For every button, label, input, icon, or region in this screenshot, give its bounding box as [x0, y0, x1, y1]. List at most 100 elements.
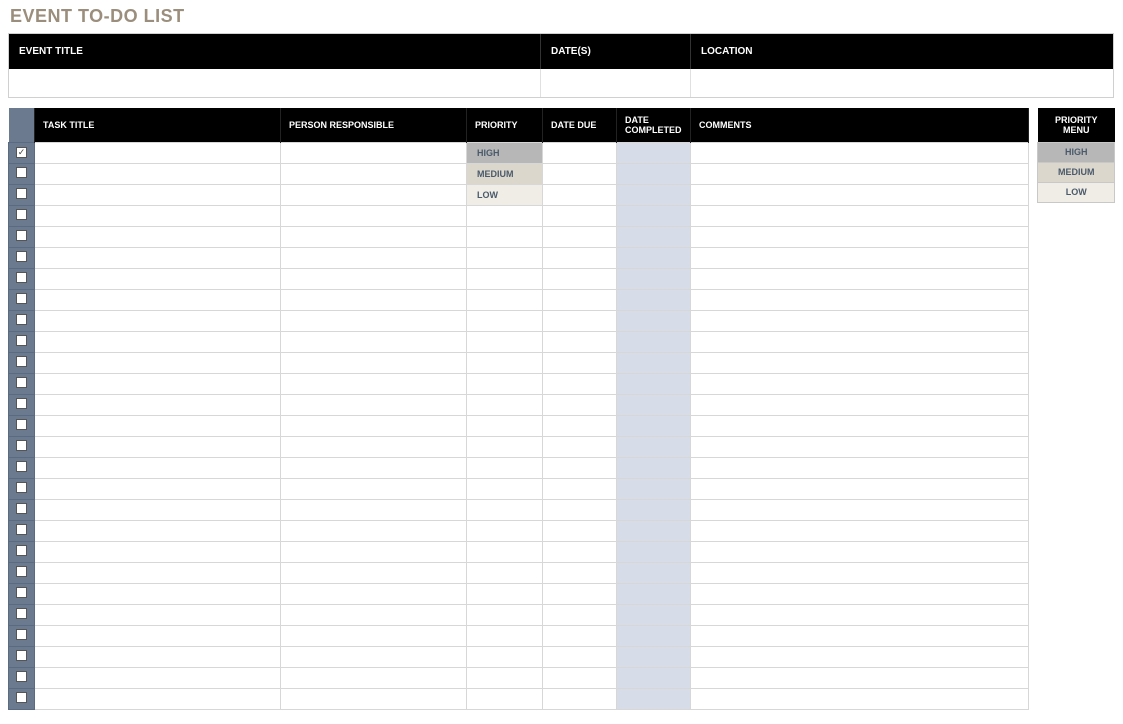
task-person-cell[interactable]	[281, 457, 467, 478]
task-comments-cell[interactable]	[691, 436, 1029, 457]
task-comments-cell[interactable]	[691, 142, 1029, 163]
checkbox-icon[interactable]	[16, 692, 27, 703]
task-title-cell[interactable]	[35, 415, 281, 436]
event-location-input[interactable]	[691, 69, 1113, 97]
checkbox-icon[interactable]	[16, 566, 27, 577]
task-priority-cell[interactable]	[467, 415, 543, 436]
task-title-cell[interactable]	[35, 583, 281, 604]
task-date-completed-cell[interactable]	[617, 184, 691, 205]
task-checkbox-cell[interactable]	[9, 562, 35, 583]
task-person-cell[interactable]	[281, 205, 467, 226]
task-title-cell[interactable]	[35, 541, 281, 562]
task-title-cell[interactable]	[35, 457, 281, 478]
task-checkbox-cell[interactable]	[9, 163, 35, 184]
task-comments-cell[interactable]	[691, 562, 1029, 583]
task-date-due-cell[interactable]	[543, 205, 617, 226]
task-date-completed-cell[interactable]	[617, 289, 691, 310]
task-title-cell[interactable]	[35, 520, 281, 541]
task-checkbox-cell[interactable]	[9, 394, 35, 415]
task-date-due-cell[interactable]	[543, 646, 617, 667]
task-checkbox-cell[interactable]: ✓	[9, 142, 35, 163]
task-person-cell[interactable]	[281, 478, 467, 499]
task-checkbox-cell[interactable]	[9, 499, 35, 520]
task-comments-cell[interactable]	[691, 688, 1029, 709]
task-person-cell[interactable]	[281, 520, 467, 541]
task-date-completed-cell[interactable]	[617, 457, 691, 478]
task-checkbox-cell[interactable]	[9, 289, 35, 310]
task-checkbox-cell[interactable]	[9, 625, 35, 646]
task-checkbox-cell[interactable]	[9, 352, 35, 373]
task-checkbox-cell[interactable]	[9, 268, 35, 289]
checkbox-icon[interactable]	[16, 251, 27, 262]
checkbox-icon[interactable]	[16, 587, 27, 598]
checkbox-icon[interactable]	[16, 671, 27, 682]
priority-menu-low[interactable]: LOW	[1038, 182, 1115, 202]
task-person-cell[interactable]	[281, 352, 467, 373]
task-date-due-cell[interactable]	[543, 688, 617, 709]
task-priority-cell[interactable]	[467, 226, 543, 247]
task-title-cell[interactable]	[35, 310, 281, 331]
task-date-due-cell[interactable]	[543, 310, 617, 331]
checkbox-icon[interactable]	[16, 356, 27, 367]
task-title-cell[interactable]	[35, 646, 281, 667]
checkbox-icon[interactable]	[16, 230, 27, 241]
task-date-completed-cell[interactable]	[617, 436, 691, 457]
task-comments-cell[interactable]	[691, 226, 1029, 247]
checkbox-icon[interactable]	[16, 398, 27, 409]
task-person-cell[interactable]	[281, 142, 467, 163]
task-person-cell[interactable]	[281, 688, 467, 709]
task-title-cell[interactable]	[35, 688, 281, 709]
task-date-due-cell[interactable]	[543, 268, 617, 289]
task-person-cell[interactable]	[281, 541, 467, 562]
task-comments-cell[interactable]	[691, 604, 1029, 625]
task-priority-cell[interactable]	[467, 457, 543, 478]
task-checkbox-cell[interactable]	[9, 646, 35, 667]
task-priority-cell[interactable]	[467, 520, 543, 541]
checkbox-icon[interactable]: ✓	[16, 147, 27, 158]
checkbox-icon[interactable]	[16, 440, 27, 451]
task-comments-cell[interactable]	[691, 415, 1029, 436]
task-comments-cell[interactable]	[691, 646, 1029, 667]
task-checkbox-cell[interactable]	[9, 415, 35, 436]
task-priority-cell[interactable]: MEDIUM	[467, 163, 543, 184]
task-priority-cell[interactable]	[467, 562, 543, 583]
task-date-due-cell[interactable]	[543, 625, 617, 646]
task-date-completed-cell[interactable]	[617, 646, 691, 667]
task-date-completed-cell[interactable]	[617, 163, 691, 184]
task-comments-cell[interactable]	[691, 268, 1029, 289]
task-date-completed-cell[interactable]	[617, 562, 691, 583]
task-checkbox-cell[interactable]	[9, 688, 35, 709]
task-checkbox-cell[interactable]	[9, 520, 35, 541]
task-person-cell[interactable]	[281, 310, 467, 331]
task-date-due-cell[interactable]	[543, 352, 617, 373]
checkbox-icon[interactable]	[16, 209, 27, 220]
task-title-cell[interactable]	[35, 625, 281, 646]
task-checkbox-cell[interactable]	[9, 226, 35, 247]
task-priority-cell[interactable]	[467, 478, 543, 499]
task-person-cell[interactable]	[281, 163, 467, 184]
task-title-cell[interactable]	[35, 184, 281, 205]
task-date-completed-cell[interactable]	[617, 247, 691, 268]
task-date-completed-cell[interactable]	[617, 667, 691, 688]
task-priority-cell[interactable]	[467, 373, 543, 394]
task-date-due-cell[interactable]	[543, 583, 617, 604]
task-date-completed-cell[interactable]	[617, 625, 691, 646]
task-person-cell[interactable]	[281, 226, 467, 247]
task-checkbox-cell[interactable]	[9, 478, 35, 499]
task-title-cell[interactable]	[35, 667, 281, 688]
task-checkbox-cell[interactable]	[9, 541, 35, 562]
task-person-cell[interactable]	[281, 562, 467, 583]
task-date-due-cell[interactable]	[543, 247, 617, 268]
checkbox-icon[interactable]	[16, 482, 27, 493]
task-title-cell[interactable]	[35, 268, 281, 289]
task-comments-cell[interactable]	[691, 583, 1029, 604]
checkbox-icon[interactable]	[16, 650, 27, 661]
task-comments-cell[interactable]	[691, 163, 1029, 184]
task-comments-cell[interactable]	[691, 352, 1029, 373]
task-title-cell[interactable]	[35, 436, 281, 457]
checkbox-icon[interactable]	[16, 293, 27, 304]
task-comments-cell[interactable]	[691, 184, 1029, 205]
checkbox-icon[interactable]	[16, 461, 27, 472]
task-date-due-cell[interactable]	[543, 457, 617, 478]
task-date-completed-cell[interactable]	[617, 499, 691, 520]
